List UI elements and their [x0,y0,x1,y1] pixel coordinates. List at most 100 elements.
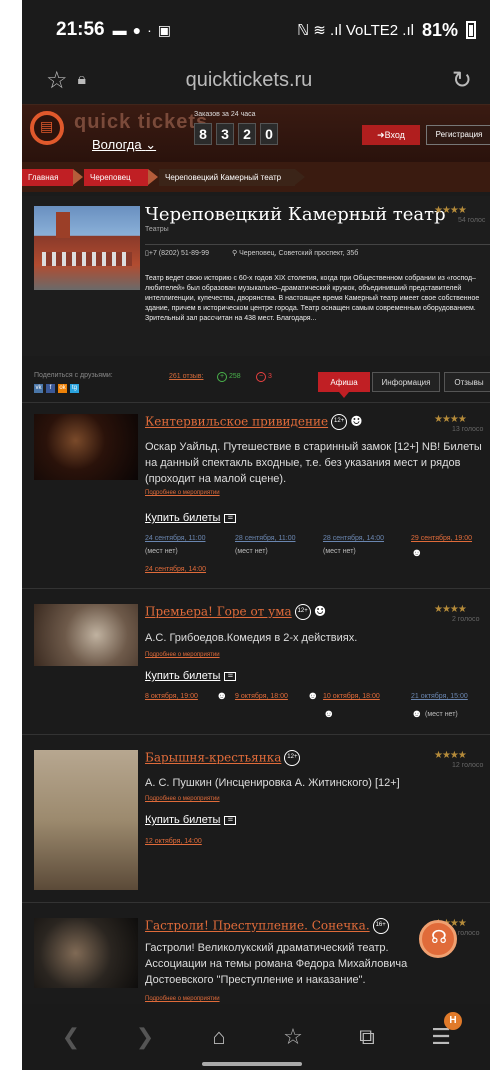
no-seats-note: (мест нет) [235,548,268,555]
tabs-icon[interactable]: ⧉ [347,1024,387,1050]
event-title[interactable]: Премьера! Горе от ума 12+ ☻ [145,604,326,620]
session-link[interactable]: 21 октября, 15:00 [411,693,468,700]
event-poster[interactable] [34,918,138,988]
event-poster[interactable] [34,604,138,666]
signal-icons: ℕ ≋ .ıl VoLTE2 .ıl [297,22,414,39]
session-link[interactable]: 9 октября, 18:00 [235,693,288,700]
breadcrumb-separator [295,169,305,185]
buy-tickets-link[interactable]: Купить билеты ☰ [145,512,237,524]
logo-icon[interactable] [30,111,64,145]
event-more-link[interactable]: Подробнее о мероприятии [145,652,220,658]
home-icon[interactable]: ⌂ [199,1024,239,1050]
age-badge: 16+ [372,918,389,934]
menu-badge: H [444,1012,462,1030]
ticket-icon: ☰ [224,815,237,825]
telegram-icon[interactable]: tg [70,384,79,393]
site-header: quick tickets Вологда ⌄ Заказов за 24 ча… [22,104,490,162]
event-votes: 12 голосо [452,762,484,769]
theatre-masks-icon: ☻ [323,708,335,720]
reload-icon[interactable]: ↻ [452,66,472,95]
age-badge: 12+ [331,414,348,430]
menu-icon[interactable]: ☰ H [421,1012,462,1050]
theatre-rating-stars: ★★★★ [434,205,467,216]
tab-afisha[interactable]: Афиша [318,372,370,392]
divider [22,902,490,903]
share-label: Поделиться с друзьями: [34,372,113,379]
event-title[interactable]: Кентервильское привидение 12+ ☻ [145,414,363,430]
theatre-masks-icon: ☻ [411,547,423,559]
tab-info[interactable]: Информация [372,372,440,392]
login-button[interactable]: ➜Вход [362,125,420,145]
support-chat-button[interactable] [419,920,457,958]
register-button[interactable]: Регистрация [426,125,490,145]
battery-percent: 81% [421,19,458,40]
theatre-info: Череповецкий Камерный театр Театры ★★★★ … [22,196,490,356]
breadcrumb: Главная Череповец Череповецкий Камерный … [22,162,490,192]
phone-screen: 21:56 ▬ ● · ▣ ℕ ≋ .ıl VoLTE2 .ıl 81% ☆ 🔒… [22,0,490,1070]
counter-digit: 8 [194,123,212,145]
session-link[interactable]: 12 октября, 14:00 [145,838,202,845]
age-badge: 12+ [294,604,311,620]
logo-text[interactable]: quick tickets [74,111,208,134]
negative-reviews: −3 [256,372,272,382]
session-link[interactable]: 29 сентября, 19:00 [411,535,472,542]
session-link[interactable]: 8 октября, 19:00 [145,693,198,700]
buy-tickets-link[interactable]: Купить билеты ☰ [145,814,237,826]
reviews-link[interactable]: 261 отзыв: [169,373,203,380]
no-seats-note: (мест нет) [323,548,356,555]
event-title[interactable]: Гастроли! Преступление. Сонечка. 16+ [145,918,389,934]
positive-count: 258 [229,373,241,380]
counter-digit: 2 [238,123,256,145]
active-tab-arrow [339,392,349,398]
theatre-masks-icon: ☻ [411,708,423,720]
buy-tickets-link[interactable]: Купить билеты ☰ [145,670,237,682]
breadcrumb-city[interactable]: Череповец [84,169,148,186]
page-edge [0,0,22,1070]
session-link[interactable]: 10 октября, 18:00 [323,693,380,700]
url-text[interactable]: quicktickets.ru [86,69,412,92]
theatre-masks-icon: ☻ [350,414,363,430]
odnoklassniki-icon[interactable]: ok [58,384,67,393]
forward-icon[interactable]: ❯ [125,1024,165,1050]
positive-reviews: +258 [217,372,241,382]
city-selector[interactable]: Вологда ⌄ [92,137,156,153]
ticket-icon: ☰ [224,671,237,681]
event-votes: 2 голосо [452,616,480,623]
chat-bubble-icon: ● [132,22,142,38]
event-more-link[interactable]: Подробнее о мероприятии [145,490,220,496]
theatre-masks-icon: ☻ [216,690,228,702]
bookmarks-star-icon[interactable]: ☆ [273,1024,313,1050]
session-link[interactable]: 24 сентября, 14:00 [145,566,206,573]
event-more-link[interactable]: Подробнее о мероприятии [145,996,220,1002]
event-poster[interactable] [34,750,138,890]
event-title[interactable]: Барышня-крестьянка 12+ [145,750,301,766]
event-votes: 13 голосо [452,426,484,433]
back-icon[interactable]: ❮ [51,1024,91,1050]
theatre-title: Череповецкий Камерный театр [145,204,446,225]
minus-icon: − [256,372,266,382]
status-right: ℕ ≋ .ıl VoLTE2 .ıl 81% [297,20,476,41]
theatre-votes: 54 голос [458,217,486,224]
divider [22,734,490,735]
image-icon: ▣ [157,21,171,38]
tab-reviews[interactable]: Отзывы [444,372,490,392]
theatre-description: Театр ведет свою историю с 60-х годов XI… [145,275,480,322]
event-poster[interactable] [34,414,138,480]
chevron-down-icon: ⌄ [145,137,157,152]
session-link[interactable]: 24 сентября, 11:00 [145,535,206,542]
event-more-link[interactable]: Подробнее о мероприятии [145,796,220,802]
session-link[interactable]: 28 сентября, 11:00 [235,535,296,542]
browser-bottom-nav: ❮ ❯ ⌂ ☆ ⧉ ☰ H [22,1004,490,1070]
vk-icon[interactable]: vk [34,384,43,393]
url-bar: ☆ 🔒︎ quicktickets.ru ↻ [22,60,490,100]
address-text: Череповец, Советский проспект, 35б [239,250,359,257]
status-time: 21:56 [56,19,105,40]
breadcrumb-home[interactable]: Главная [22,169,73,186]
facebook-icon[interactable]: f [46,384,55,393]
session-link[interactable]: 28 сентября, 14:00 [323,535,384,542]
theatre-category[interactable]: Театры [145,226,169,233]
bookmark-star-icon[interactable]: ☆ [46,66,68,95]
event-rating-stars: ★★★★ [434,604,467,615]
event-rating-stars: ★★★★ [434,750,467,761]
buy-tickets-label: Купить билеты [145,512,221,524]
